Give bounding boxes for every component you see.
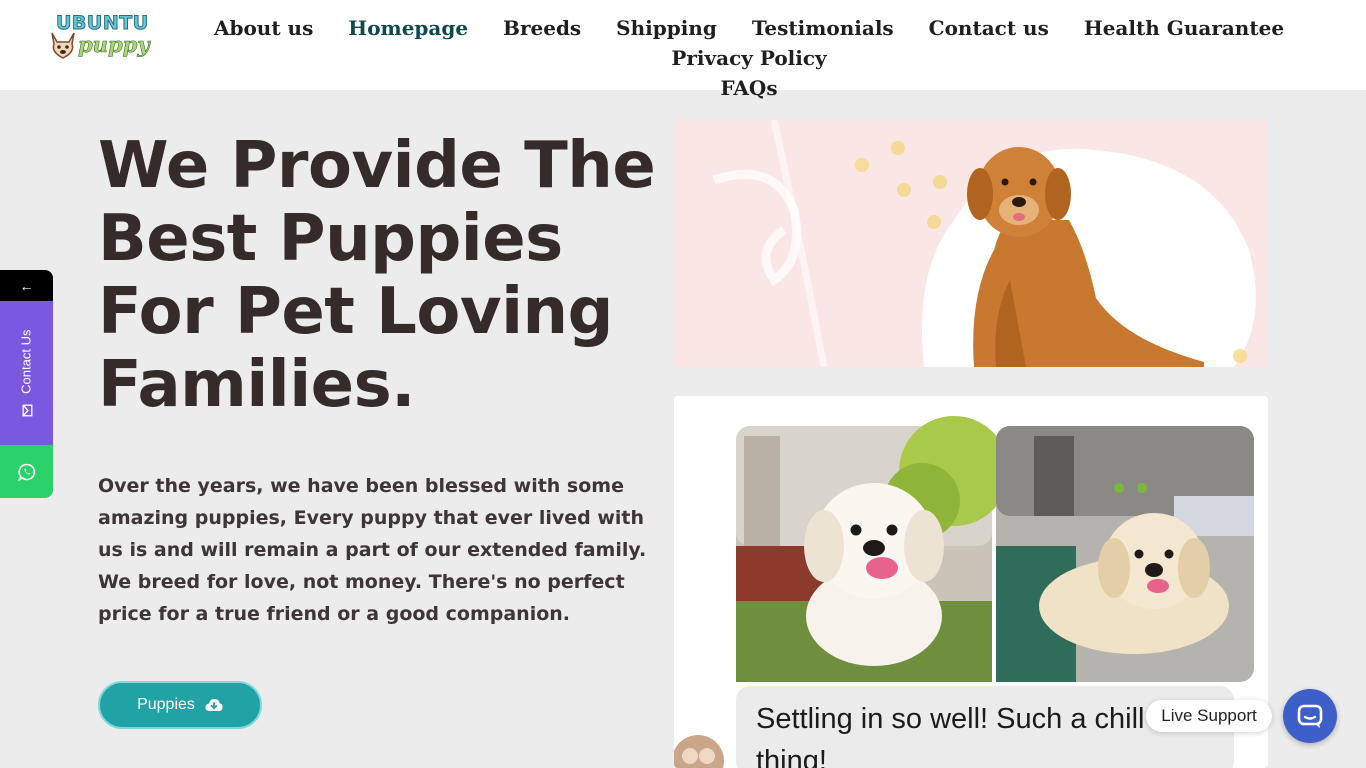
chat-icon — [1297, 704, 1323, 728]
site-header: UBUNTU puppy About us Homepage Breeds Sh… — [0, 0, 1366, 100]
side-whatsapp-button[interactable] — [0, 445, 53, 498]
nav-contact-us[interactable]: Contact us — [929, 16, 1049, 40]
nav-health-guarantee[interactable]: Health Guarantee — [1084, 16, 1284, 40]
main-navigation: About us Homepage Breeds Shipping Testim… — [192, 13, 1306, 103]
side-contact-label-wrap: Contact Us — [19, 330, 34, 417]
puppies-button-label: Puppies — [137, 696, 195, 713]
hero-description: Over the years, we have been blessed wit… — [98, 475, 647, 625]
hero-title: We Provide The Best Puppies For Pet Lovi… — [98, 129, 656, 422]
logo-wordmark-bottom: puppy — [78, 32, 150, 58]
golden-retriever-image — [674, 120, 1268, 367]
whatsapp-icon — [17, 463, 35, 481]
site-logo[interactable]: UBUNTU puppy — [48, 12, 152, 66]
review-text: Settling in so well! Such a chill thing! — [756, 703, 1145, 768]
cloud-download-icon — [205, 699, 223, 711]
french-bulldog-logo-icon — [51, 32, 75, 59]
envelope-icon — [22, 404, 33, 417]
nav-homepage[interactable]: Homepage — [348, 16, 468, 40]
live-support-tooltip[interactable]: Live Support — [1146, 700, 1272, 732]
side-contact-label: Contact Us — [18, 329, 34, 394]
nav-testimonials[interactable]: Testimonials — [752, 16, 894, 40]
nav-about-us[interactable]: About us — [214, 16, 313, 40]
live-support-button[interactable] — [1283, 689, 1337, 743]
golden-retriever-illustration — [674, 120, 1268, 367]
logo-wordmark-top: UBUNTU — [56, 12, 149, 35]
nav-shipping[interactable]: Shipping — [616, 16, 717, 40]
nav-privacy-policy[interactable]: Privacy Policy — [671, 46, 826, 70]
side-collapse-arrow[interactable]: ← — [0, 270, 53, 301]
side-contact-us-tab[interactable]: Contact Us — [0, 301, 53, 445]
puppies-button[interactable]: Puppies — [98, 681, 262, 729]
nav-faqs[interactable]: FAQs — [720, 76, 777, 100]
nav-breeds[interactable]: Breeds — [503, 16, 581, 40]
